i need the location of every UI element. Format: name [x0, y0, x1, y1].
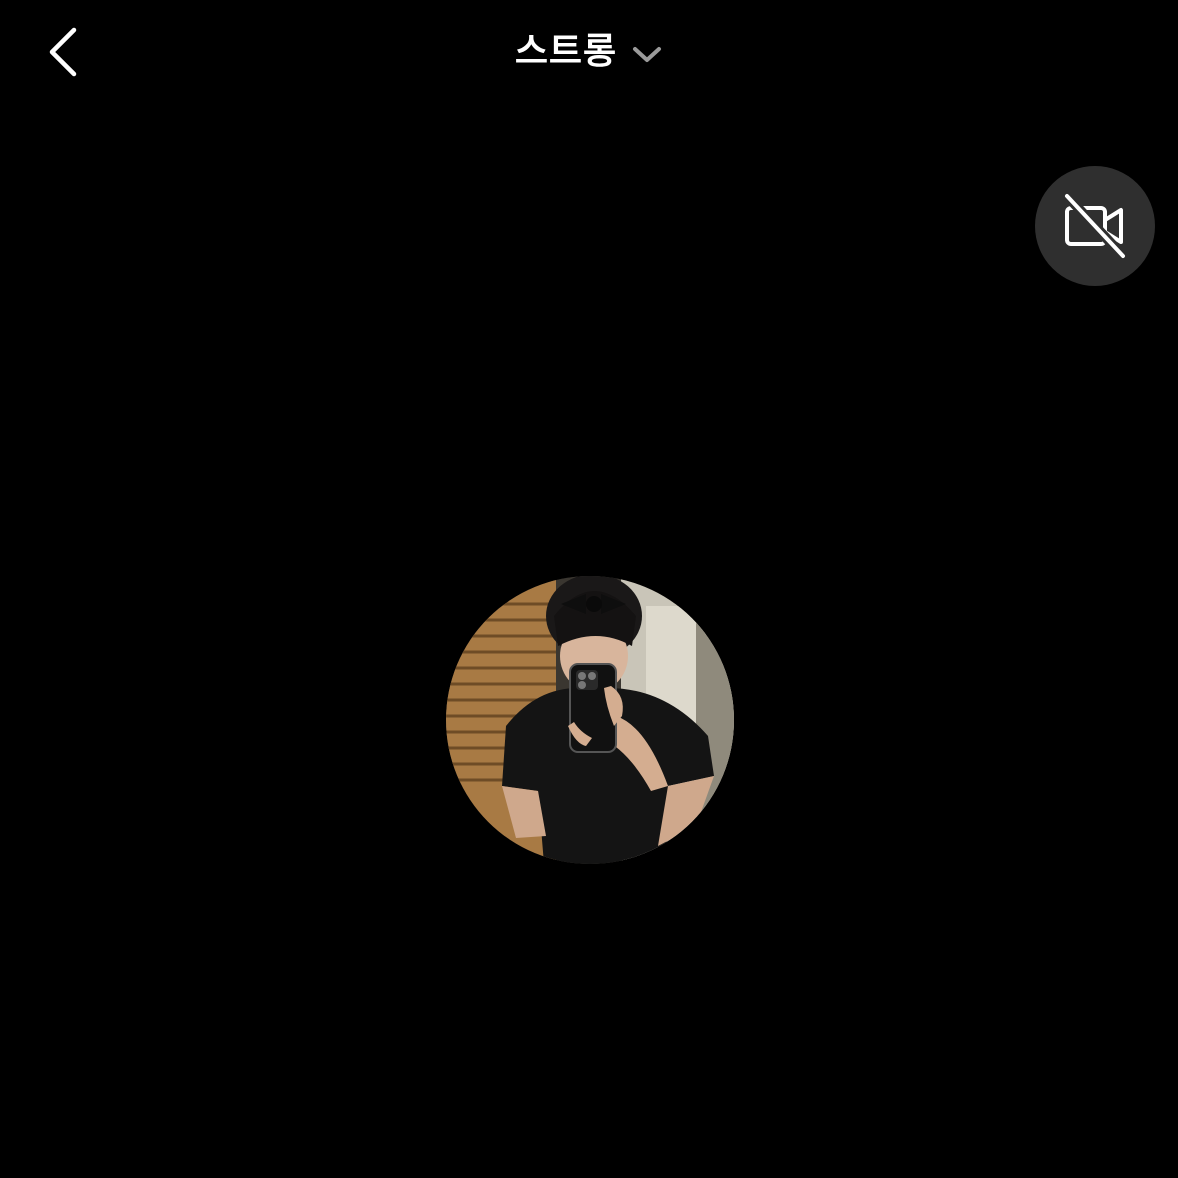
chevron-down-icon [633, 47, 662, 62]
camera-toggle-button[interactable] [1035, 166, 1155, 286]
contact-title-dropdown[interactable]: 스트롱 [0, 24, 1178, 80]
contact-name: 스트롱 [514, 31, 618, 72]
video-call-screen: 스트롱 [0, 0, 1178, 1178]
avatar-photo [446, 576, 734, 864]
video-off-icon [1063, 192, 1127, 260]
contact-avatar [446, 576, 734, 864]
